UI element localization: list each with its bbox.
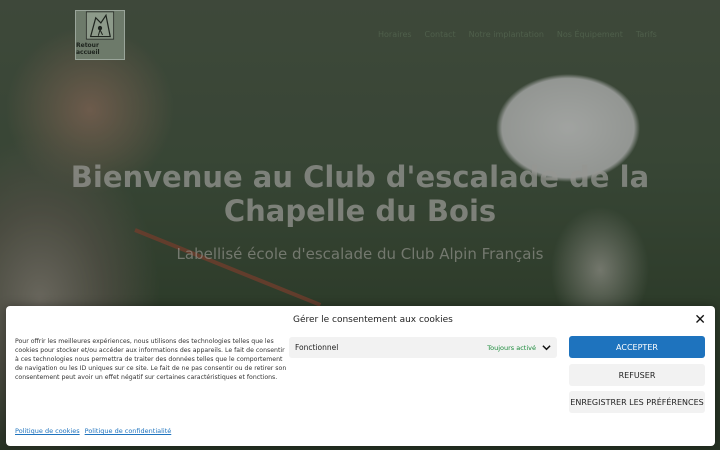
refuse-button[interactable]: Refuser [569,364,705,386]
accept-button[interactable]: Accepter [569,336,705,358]
cookie-policy-link[interactable]: Politique de cookies [15,427,80,435]
climber-logo-icon [85,11,115,40]
cookie-banner-text: Pour offrir les meilleures expériences, … [15,338,287,381]
cookie-consent-banner: Gérer le consentement aux cookies ✕ Pour… [6,306,715,446]
nav-item-horaires[interactable]: Horaires [378,30,412,39]
home-logo-link[interactable]: Retour accueil [75,10,125,60]
preference-functional-row[interactable]: Fonctionnel Toujours activé [289,337,557,358]
preference-status: Toujours activé [487,343,536,352]
hero-title: Bienvenue au Club d'escalade de la Chape… [70,160,650,228]
chevron-down-icon[interactable] [542,343,551,352]
nav-item-tarifs[interactable]: Tarifs [636,30,657,39]
preference-label: Fonctionnel [295,343,339,352]
nav-item-equipement[interactable]: Nos Équipement [557,30,623,39]
privacy-policy-link[interactable]: Politique de confidentialité [85,427,172,435]
nav-item-implantation[interactable]: Notre implantation [469,30,544,39]
cookie-banner-title: Gérer le consentement aux cookies [293,315,453,325]
hero-subtitle: Labellisé école d'escalade du Club Alpin… [176,245,544,263]
cookie-links: Politique de cookies Politique de confid… [15,427,171,435]
save-preferences-button[interactable]: Enregistrer les préférences [569,391,705,413]
logo-text: Retour accueil [76,42,100,56]
main-nav: Horaires Contact Notre implantation Nos … [378,30,657,39]
nav-item-contact[interactable]: Contact [425,30,456,39]
close-icon[interactable]: ✕ [694,312,706,328]
